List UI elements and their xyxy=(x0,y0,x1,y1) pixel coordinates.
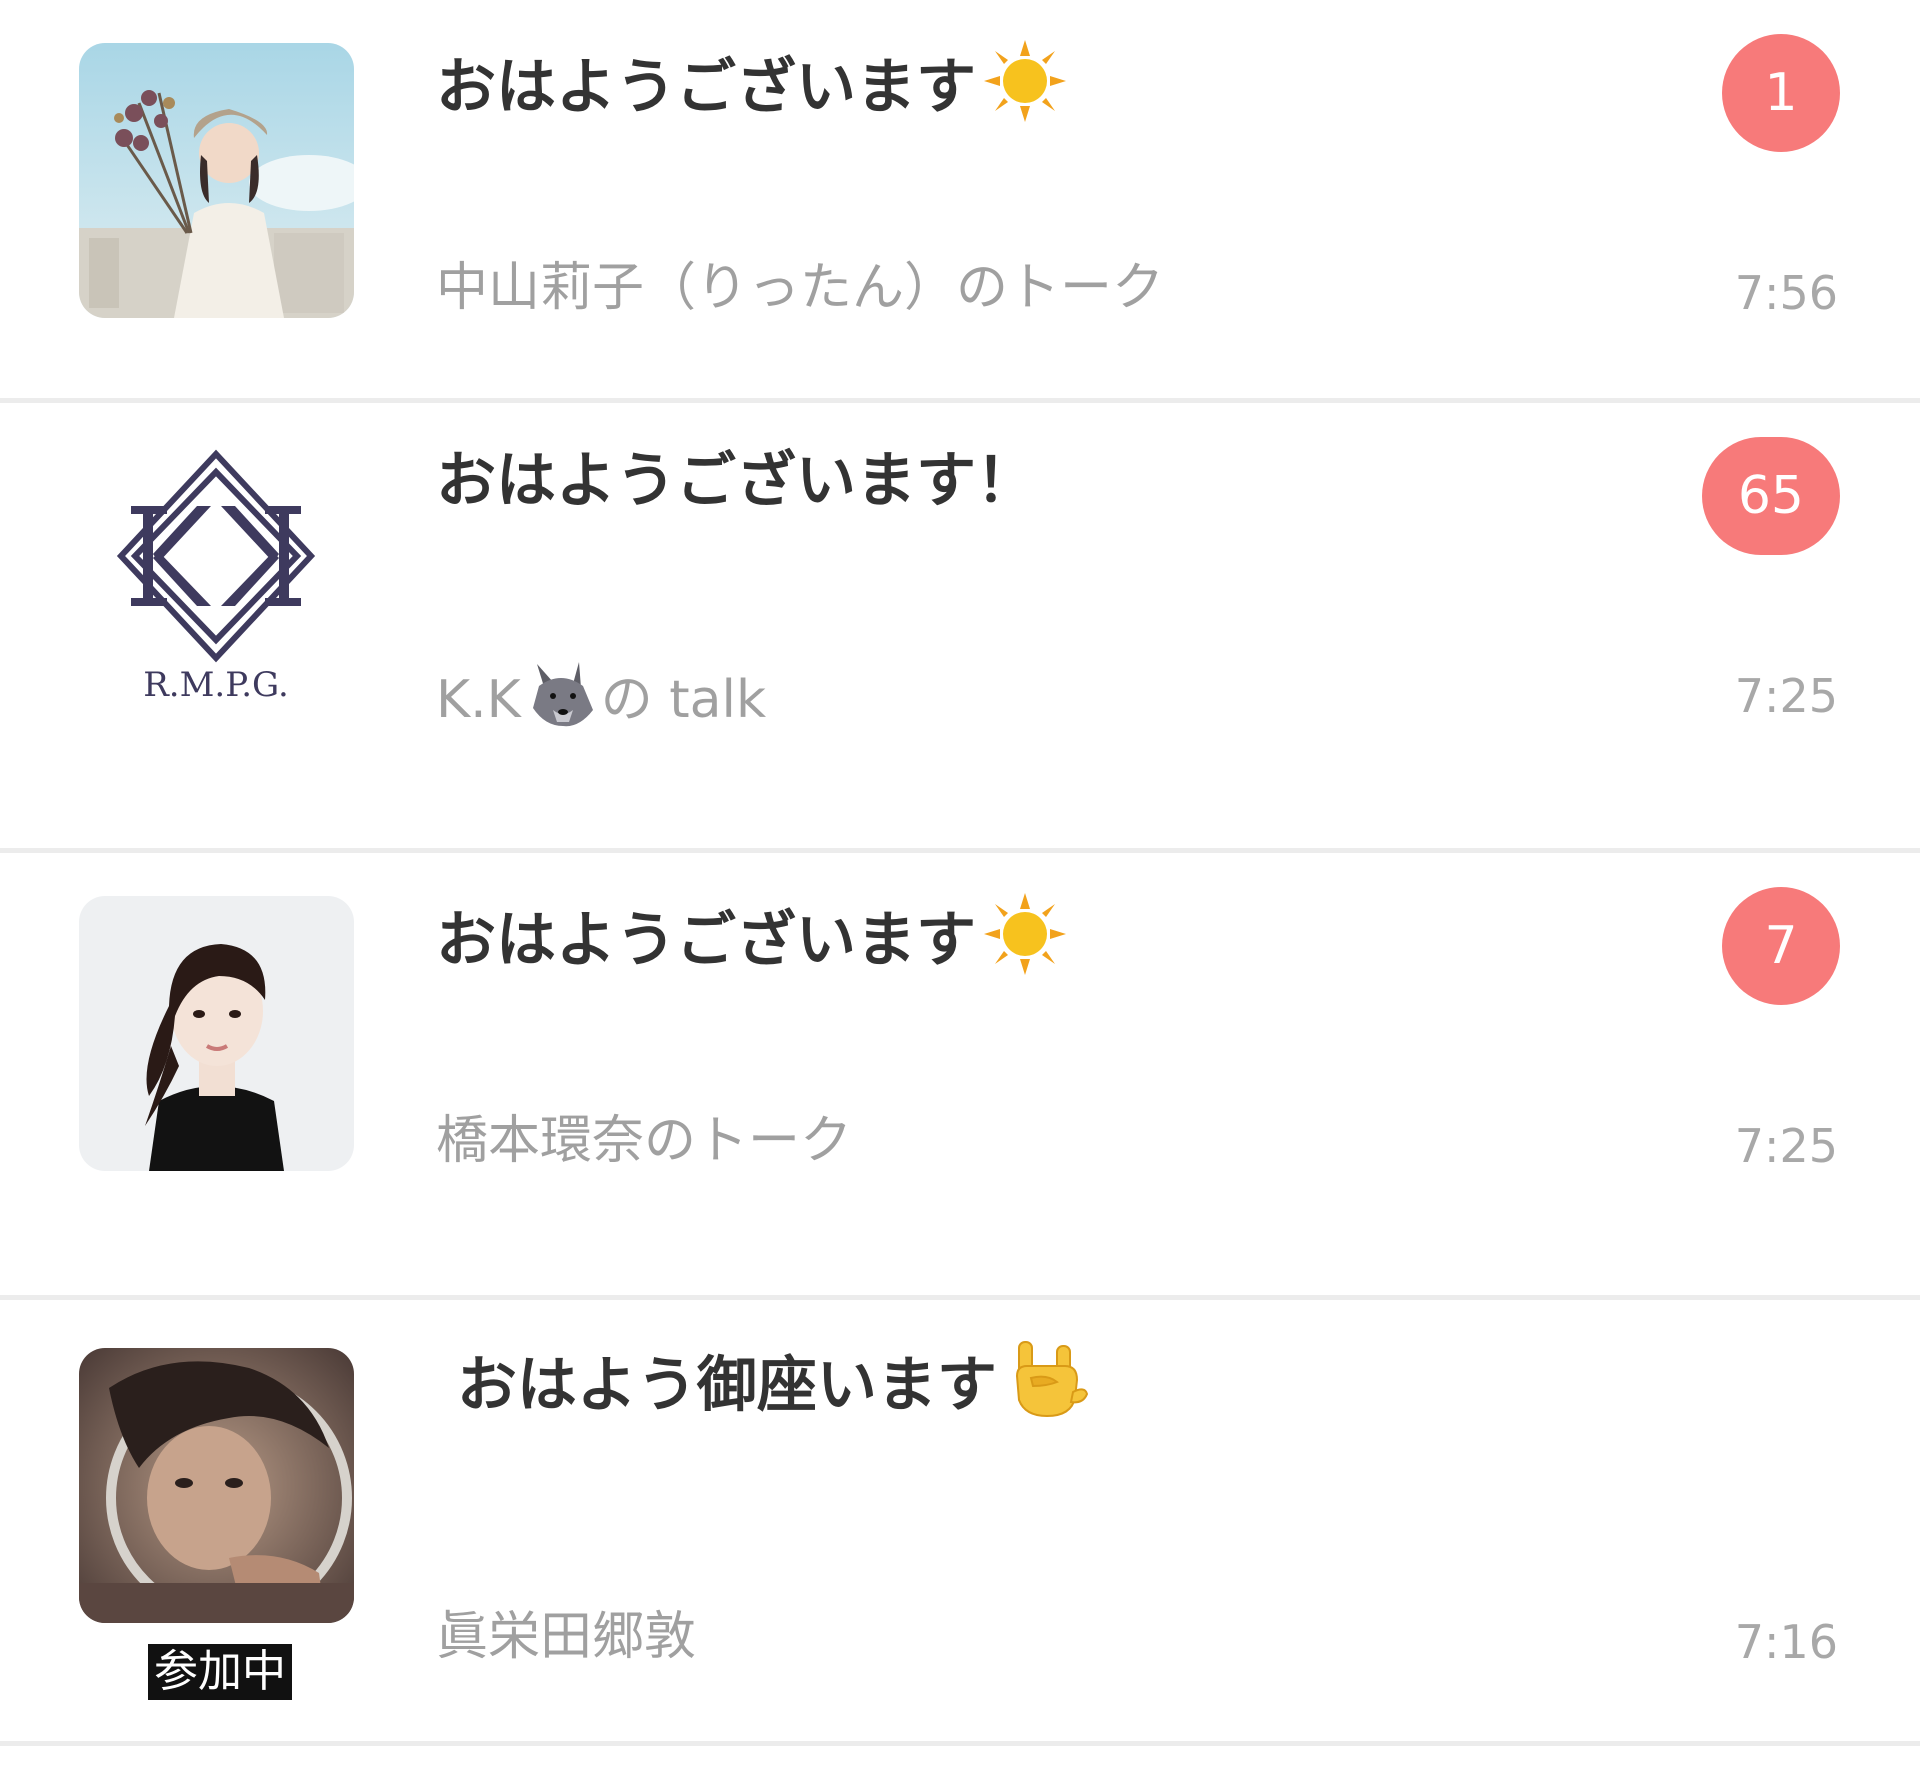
chat-subtitle: 眞栄田郷敦 xyxy=(436,1607,697,1667)
chat-subtitle: K.K の talk xyxy=(436,656,766,730)
chat-row[interactable]: おはようございます 橋本環奈のトーク 7 7:25 xyxy=(0,853,1920,1251)
timestamp: 7:25 xyxy=(1734,1119,1838,1173)
avatar xyxy=(79,896,354,1171)
status-badge: 参加中 xyxy=(148,1644,292,1700)
sun-icon xyxy=(982,891,1068,997)
chat-list: おはようございます 中山莉子（りったん）のトーク 1 7:56 R.M.P.G.… xyxy=(0,0,1920,1769)
chat-subtitle: 橋本環奈のトーク xyxy=(436,1111,853,1171)
chat-row[interactable]: おはようございます 中山莉子（りったん）のトーク 1 7:56 xyxy=(0,0,1920,398)
chat-title: おはようございます xyxy=(436,891,1068,976)
timestamp: 7:25 xyxy=(1734,669,1838,723)
logo-text: R.M.P.G. xyxy=(143,665,289,705)
wolf-icon xyxy=(523,656,599,750)
chat-row[interactable]: R.M.P.G. おはようございます！ K.K の talk 65 7:25 xyxy=(0,403,1920,801)
avatar xyxy=(79,43,354,318)
chat-subtitle: 中山莉子（りったん）のトーク xyxy=(436,258,1165,318)
avatar xyxy=(79,1348,354,1623)
timestamp: 7:16 xyxy=(1734,1615,1838,1669)
unread-badge: 65 xyxy=(1701,437,1840,555)
divider xyxy=(0,1741,1920,1746)
rock-hand-icon xyxy=(1003,1336,1089,1442)
chat-title: おはよう御座います xyxy=(436,1336,1089,1421)
timestamp: 7:56 xyxy=(1734,266,1838,320)
chat-title: おはようございます！ xyxy=(436,446,1036,516)
unread-badge: 1 xyxy=(1722,34,1840,152)
chat-title: おはようございます xyxy=(436,38,1068,123)
avatar: R.M.P.G. xyxy=(79,446,354,721)
sun-icon xyxy=(982,38,1068,144)
unread-badge: 7 xyxy=(1722,887,1840,1005)
